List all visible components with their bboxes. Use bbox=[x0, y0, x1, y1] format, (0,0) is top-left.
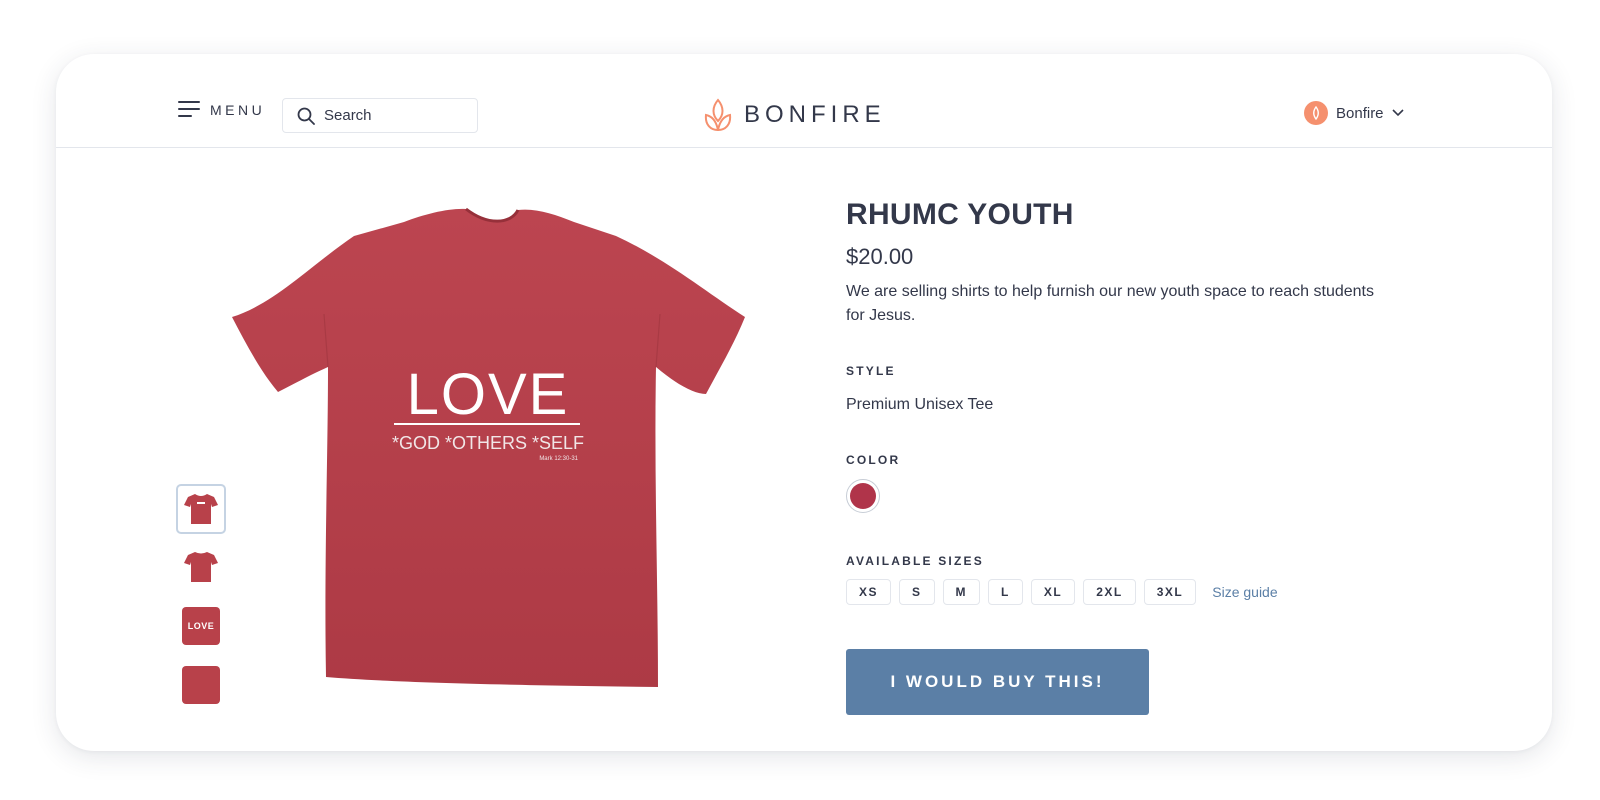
product-image: LOVE *GOD *OTHERS *SELF Mark 12:30-31 bbox=[232, 207, 745, 687]
thumbnail-back[interactable] bbox=[176, 542, 226, 592]
thumbnail-front[interactable] bbox=[176, 484, 226, 534]
flame-icon bbox=[1313, 106, 1319, 120]
shirt-print-subline: *GOD *OTHERS *SELF bbox=[392, 433, 584, 453]
site-header: MENU BONFIRE Bonfire bbox=[56, 54, 1552, 148]
shirt-print-rule bbox=[394, 423, 580, 425]
account-name: Bonfire bbox=[1336, 104, 1384, 122]
bonfire-logo[interactable]: BONFIRE bbox=[704, 98, 886, 132]
account-menu[interactable]: Bonfire bbox=[1304, 101, 1404, 125]
avatar bbox=[1304, 101, 1328, 125]
size-option-s[interactable]: S bbox=[899, 579, 935, 605]
size-option-xl[interactable]: XL bbox=[1030, 579, 1076, 605]
logo-text: BONFIRE bbox=[744, 101, 886, 128]
color-swatch-selected[interactable] bbox=[846, 479, 880, 513]
hamburger-icon bbox=[178, 101, 200, 118]
size-option-m[interactable]: M bbox=[942, 579, 981, 605]
product-title: RHUMC YOUTH bbox=[846, 198, 1074, 231]
chevron-down-icon bbox=[1391, 109, 1404, 117]
search-box[interactable] bbox=[282, 98, 478, 133]
menu-button[interactable]: MENU bbox=[178, 101, 265, 118]
search-icon bbox=[297, 107, 315, 125]
thumbnail-print-text: LOVE bbox=[187, 621, 215, 631]
fabric-swatch bbox=[182, 666, 220, 704]
size-option-3xl[interactable]: 3XL bbox=[1143, 579, 1197, 605]
buy-button[interactable]: I WOULD BUY THIS! bbox=[846, 649, 1149, 715]
size-options: XS S M L XL 2XL 3XL Size guide bbox=[846, 579, 1278, 605]
size-option-xs[interactable]: XS bbox=[846, 579, 892, 605]
shirt-print-reference: Mark 12:30-31 bbox=[539, 456, 578, 462]
size-option-2xl[interactable]: 2XL bbox=[1083, 579, 1136, 605]
tshirt-thumbnail-icon bbox=[184, 494, 218, 524]
shirt-print-headline: LOVE bbox=[407, 362, 570, 427]
style-label: STYLE bbox=[846, 364, 896, 378]
product-card: MENU BONFIRE Bonfire bbox=[56, 54, 1552, 751]
thumbnail-fabric[interactable] bbox=[176, 660, 226, 710]
thumbnail-print-closeup[interactable]: LOVE bbox=[176, 601, 226, 651]
print-closeup-swatch: LOVE bbox=[182, 607, 220, 645]
product-description: We are selling shirts to help furnish ou… bbox=[846, 283, 1374, 324]
sizes-label: AVAILABLE SIZES bbox=[846, 554, 984, 568]
menu-label: MENU bbox=[210, 101, 266, 118]
size-option-l[interactable]: L bbox=[988, 579, 1023, 605]
color-swatch-fill bbox=[850, 483, 876, 509]
style-value: Premium Unisex Tee bbox=[846, 396, 994, 413]
product-price: $20.00 bbox=[846, 244, 914, 269]
size-guide-link[interactable]: Size guide bbox=[1212, 584, 1277, 600]
bonfire-flame-icon bbox=[704, 98, 732, 132]
tshirt-thumbnail-icon bbox=[184, 552, 218, 582]
search-input[interactable] bbox=[324, 107, 464, 124]
color-label: COLOR bbox=[846, 453, 901, 467]
product-details: RHUMC YOUTH $20.00 We are selling shirts… bbox=[846, 198, 1406, 715]
